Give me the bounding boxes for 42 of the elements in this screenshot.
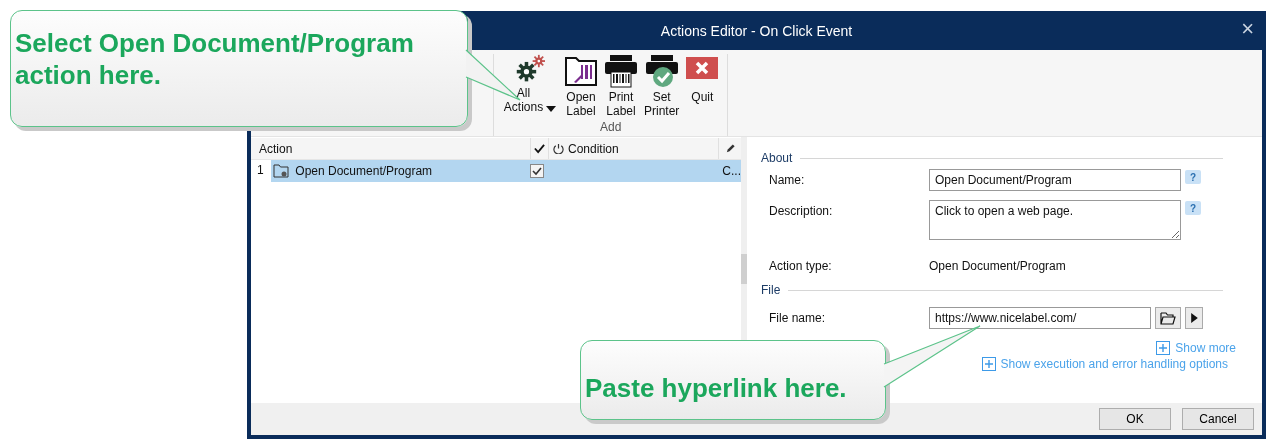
- column-header[interactable]: Condition: [568, 141, 619, 156]
- power-icon: [553, 143, 564, 154]
- plus-icon: [981, 357, 996, 371]
- folder-icon: [1160, 311, 1176, 325]
- text-area[interactable]: Click to open a web page.: [929, 200, 1181, 240]
- ribbon-button[interactable]: Open Label: [562, 54, 600, 118]
- dialog-button[interactable]: Cancel: [1182, 408, 1254, 430]
- field-value: Open Document/Program: [929, 258, 1066, 273]
- pencil-icon: [724, 143, 736, 154]
- section-title: About: [761, 151, 793, 165]
- field-label: Description:: [769, 203, 834, 218]
- ribbon-button[interactable]: Set Printer: [642, 54, 682, 118]
- folder-icon: [273, 164, 290, 178]
- dialog-button[interactable]: OK: [1099, 408, 1171, 430]
- help-button[interactable]: ?: [1185, 201, 1201, 215]
- play-icon: [1190, 313, 1198, 323]
- field-label: Action type:: [769, 258, 833, 273]
- ribbon-button[interactable]: Print Label: [602, 54, 640, 118]
- close-button[interactable]: ×: [1237, 19, 1258, 39]
- browse-button[interactable]: [1155, 307, 1181, 329]
- section-title: File: [761, 283, 781, 297]
- action-row[interactable]: Open Document/Program C...: [271, 160, 741, 182]
- row-number: 1: [256, 162, 265, 179]
- checkmark-icon: [534, 143, 545, 154]
- field-label: Name:: [769, 172, 806, 187]
- action-name: Open Document/Program: [295, 164, 433, 178]
- printer-check-icon: [644, 54, 679, 88]
- checkbox[interactable]: [530, 164, 545, 178]
- field-label: File name:: [769, 310, 827, 325]
- ribbon-group-label: Add: [600, 120, 622, 134]
- barcode-printer-icon: [604, 54, 638, 88]
- plus-icon: [1156, 341, 1171, 355]
- input-field[interactable]: Open Document/Program: [929, 169, 1181, 191]
- input-field[interactable]: https://www.nicelabel.com/: [929, 307, 1151, 329]
- column-header[interactable]: Action: [251, 138, 531, 159]
- table-cell-text: C...: [721, 164, 741, 178]
- run-button[interactable]: [1185, 307, 1203, 329]
- help-button[interactable]: ?: [1185, 170, 1201, 184]
- window-title: Actions Editor - On Click Event: [660, 22, 853, 39]
- folder-barcode-icon: [564, 54, 598, 88]
- ribbon-button[interactable]: Quit: [683, 54, 722, 104]
- scrollbar-thumb[interactable]: [741, 254, 747, 284]
